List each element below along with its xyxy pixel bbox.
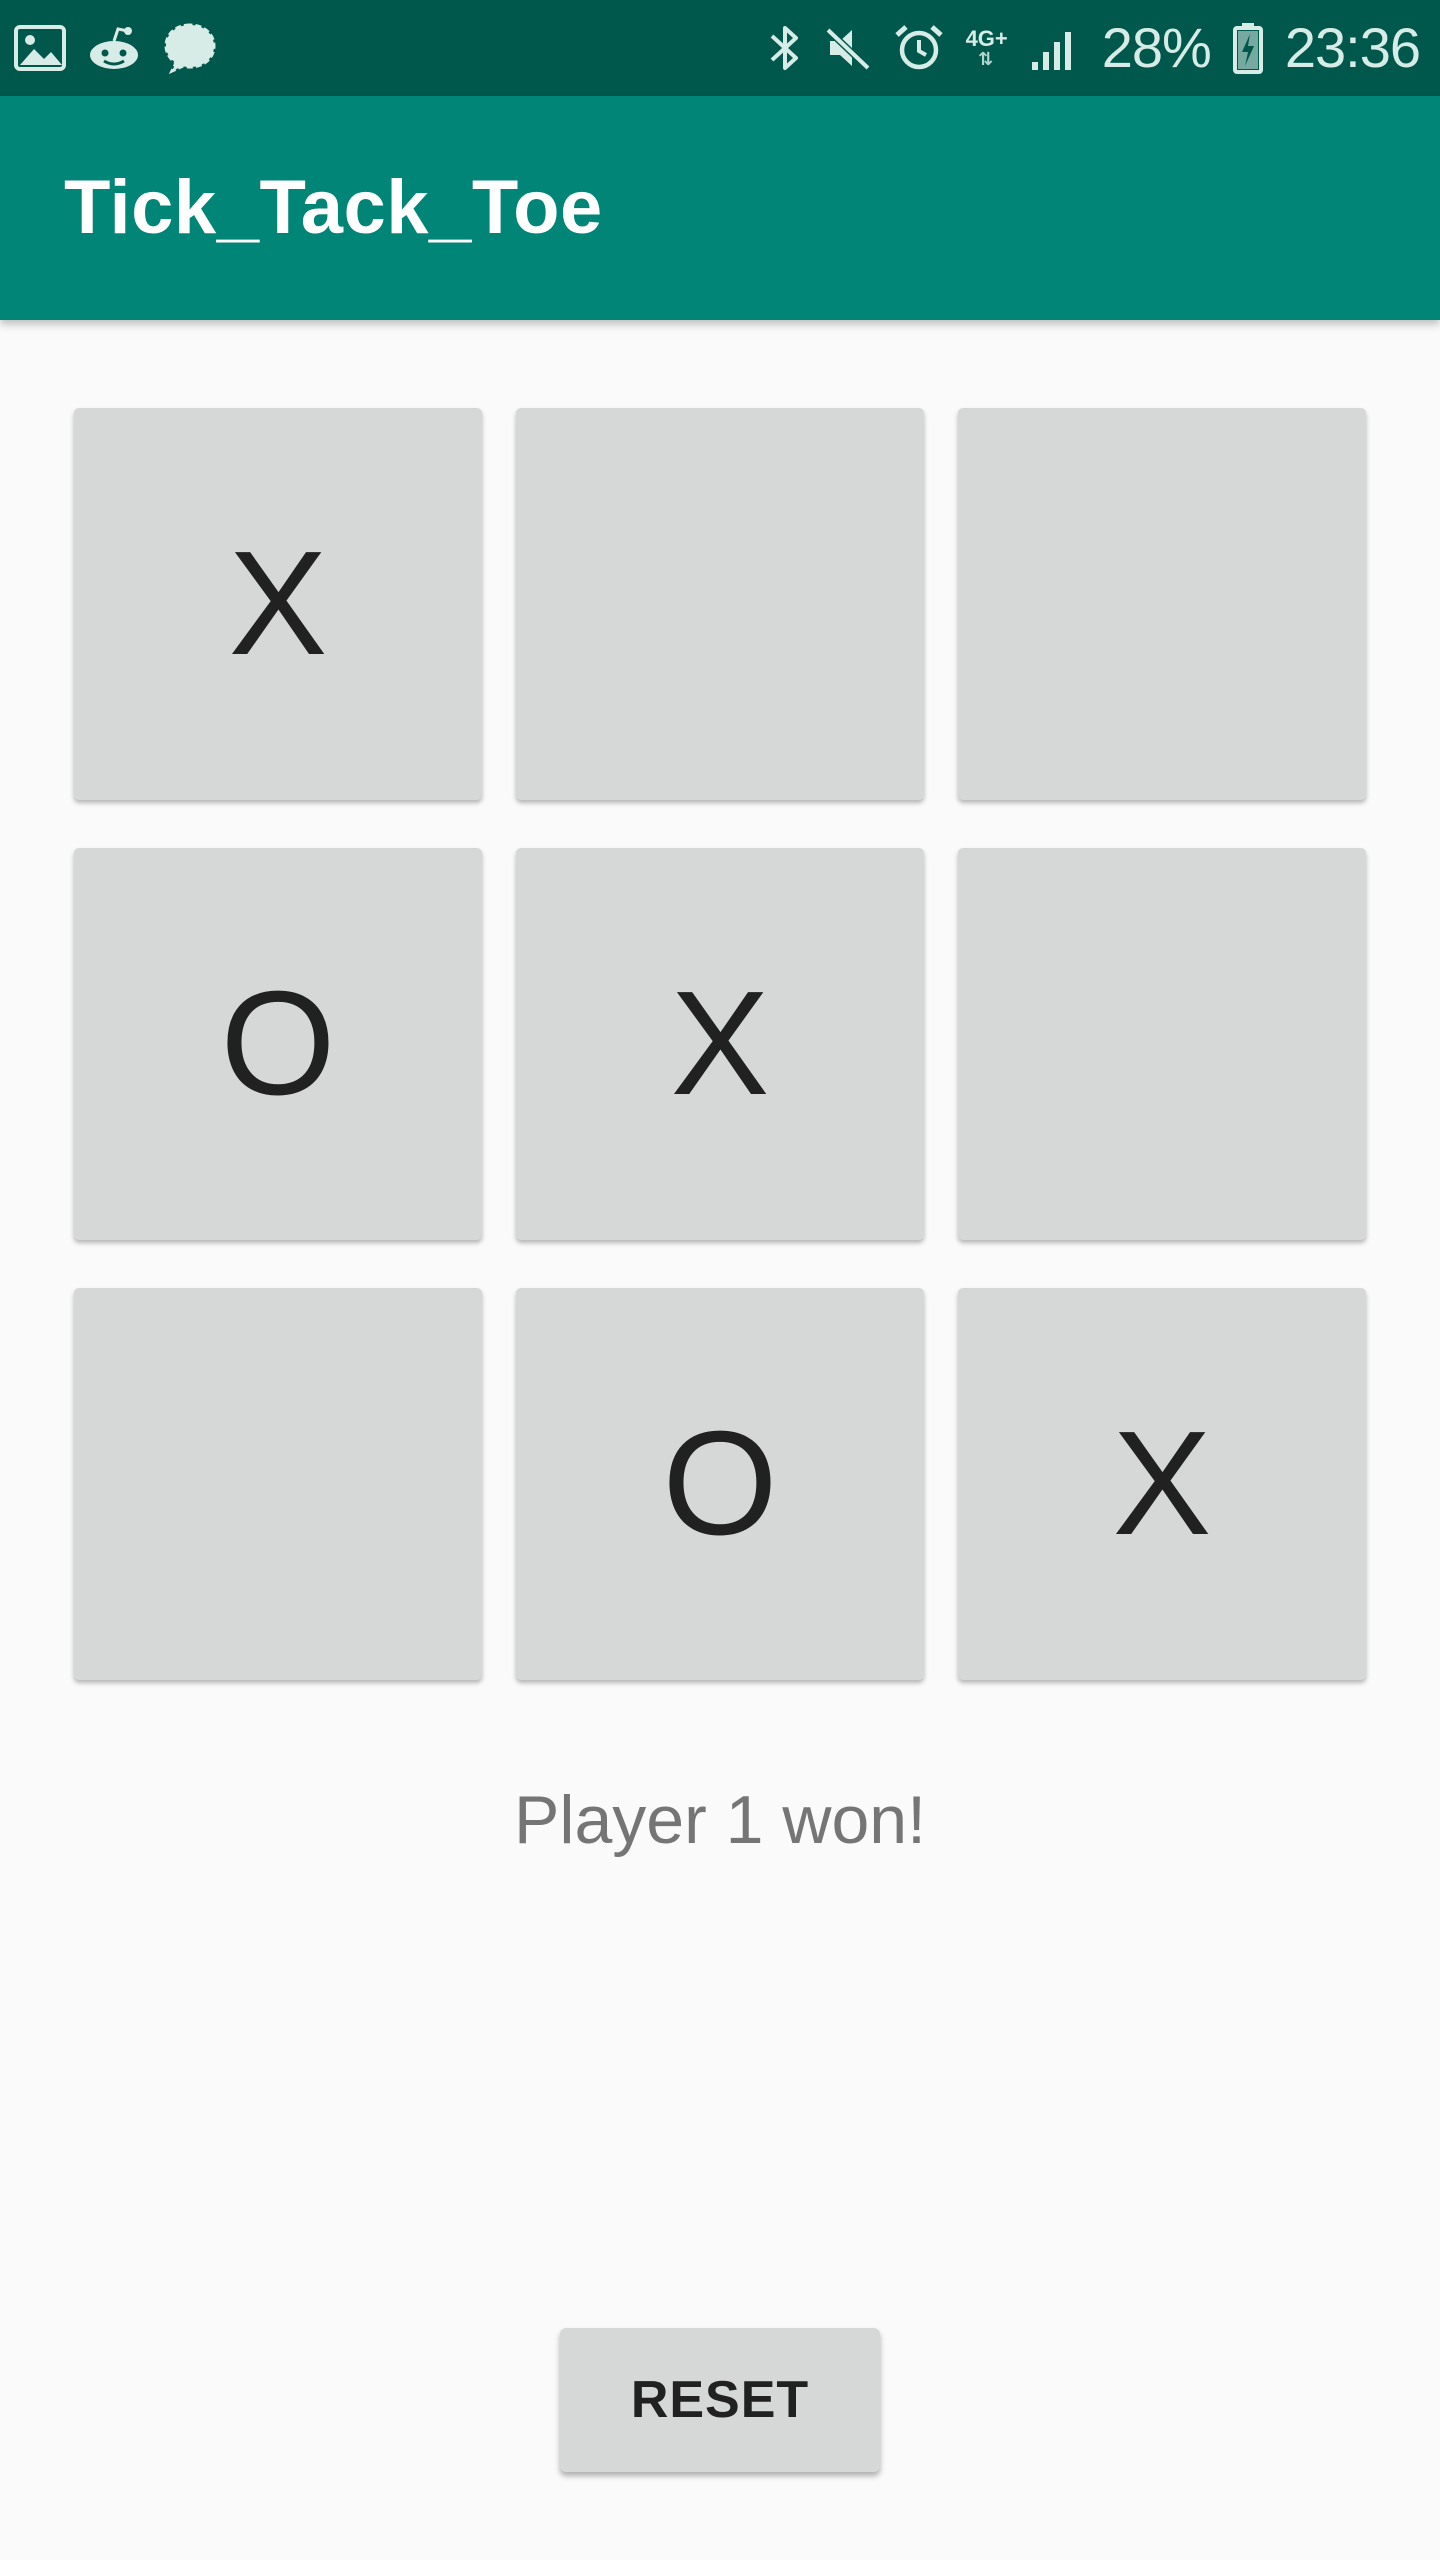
data-arrows-icon: ⇅ — [978, 49, 996, 69]
app-bar: Tick_Tack_Toe — [0, 96, 1440, 320]
bluetooth-icon — [768, 22, 802, 74]
reddit-icon — [86, 25, 142, 71]
game-board: X O X O X — [74, 408, 1366, 1680]
app-title: Tick_Tack_Toe — [64, 165, 603, 250]
cell-button-r1c2[interactable] — [516, 408, 924, 800]
cell-button-r2c3[interactable] — [958, 848, 1366, 1240]
clock: 23:36 — [1284, 16, 1421, 79]
cell-button-r1c1[interactable]: X — [74, 408, 482, 800]
cell-button-r2c1[interactable]: O — [74, 848, 482, 1240]
mute-icon — [824, 24, 872, 72]
cell-signal-icon — [1030, 24, 1080, 72]
cell-button-r3c2[interactable]: O — [516, 1288, 924, 1680]
signal-messenger-icon — [162, 21, 218, 75]
system-icons: 4G+ ⇅ 28% 23:36 — [768, 0, 1421, 96]
reset-button[interactable]: RESET — [560, 2328, 880, 2472]
cell-button-r1c3[interactable] — [958, 408, 1366, 800]
alarm-icon — [894, 23, 944, 73]
cell-button-r3c3[interactable]: X — [958, 1288, 1366, 1680]
gallery-icon — [14, 25, 66, 71]
network-label: 4G+ — [965, 26, 1008, 51]
cell-button-r3c1[interactable] — [74, 1288, 482, 1680]
status-bar: 4G+ ⇅ 28% 23:36 — [0, 0, 1440, 96]
battery-charging-icon — [1232, 22, 1263, 74]
cell-button-r2c2[interactable]: X — [516, 848, 924, 1240]
notification-icons — [14, 0, 218, 96]
network-4g-icon: 4G+ ⇅ — [965, 26, 1008, 69]
game-status-text: Player 1 won! — [514, 1782, 926, 1858]
battery-percent: 28% — [1101, 16, 1212, 79]
